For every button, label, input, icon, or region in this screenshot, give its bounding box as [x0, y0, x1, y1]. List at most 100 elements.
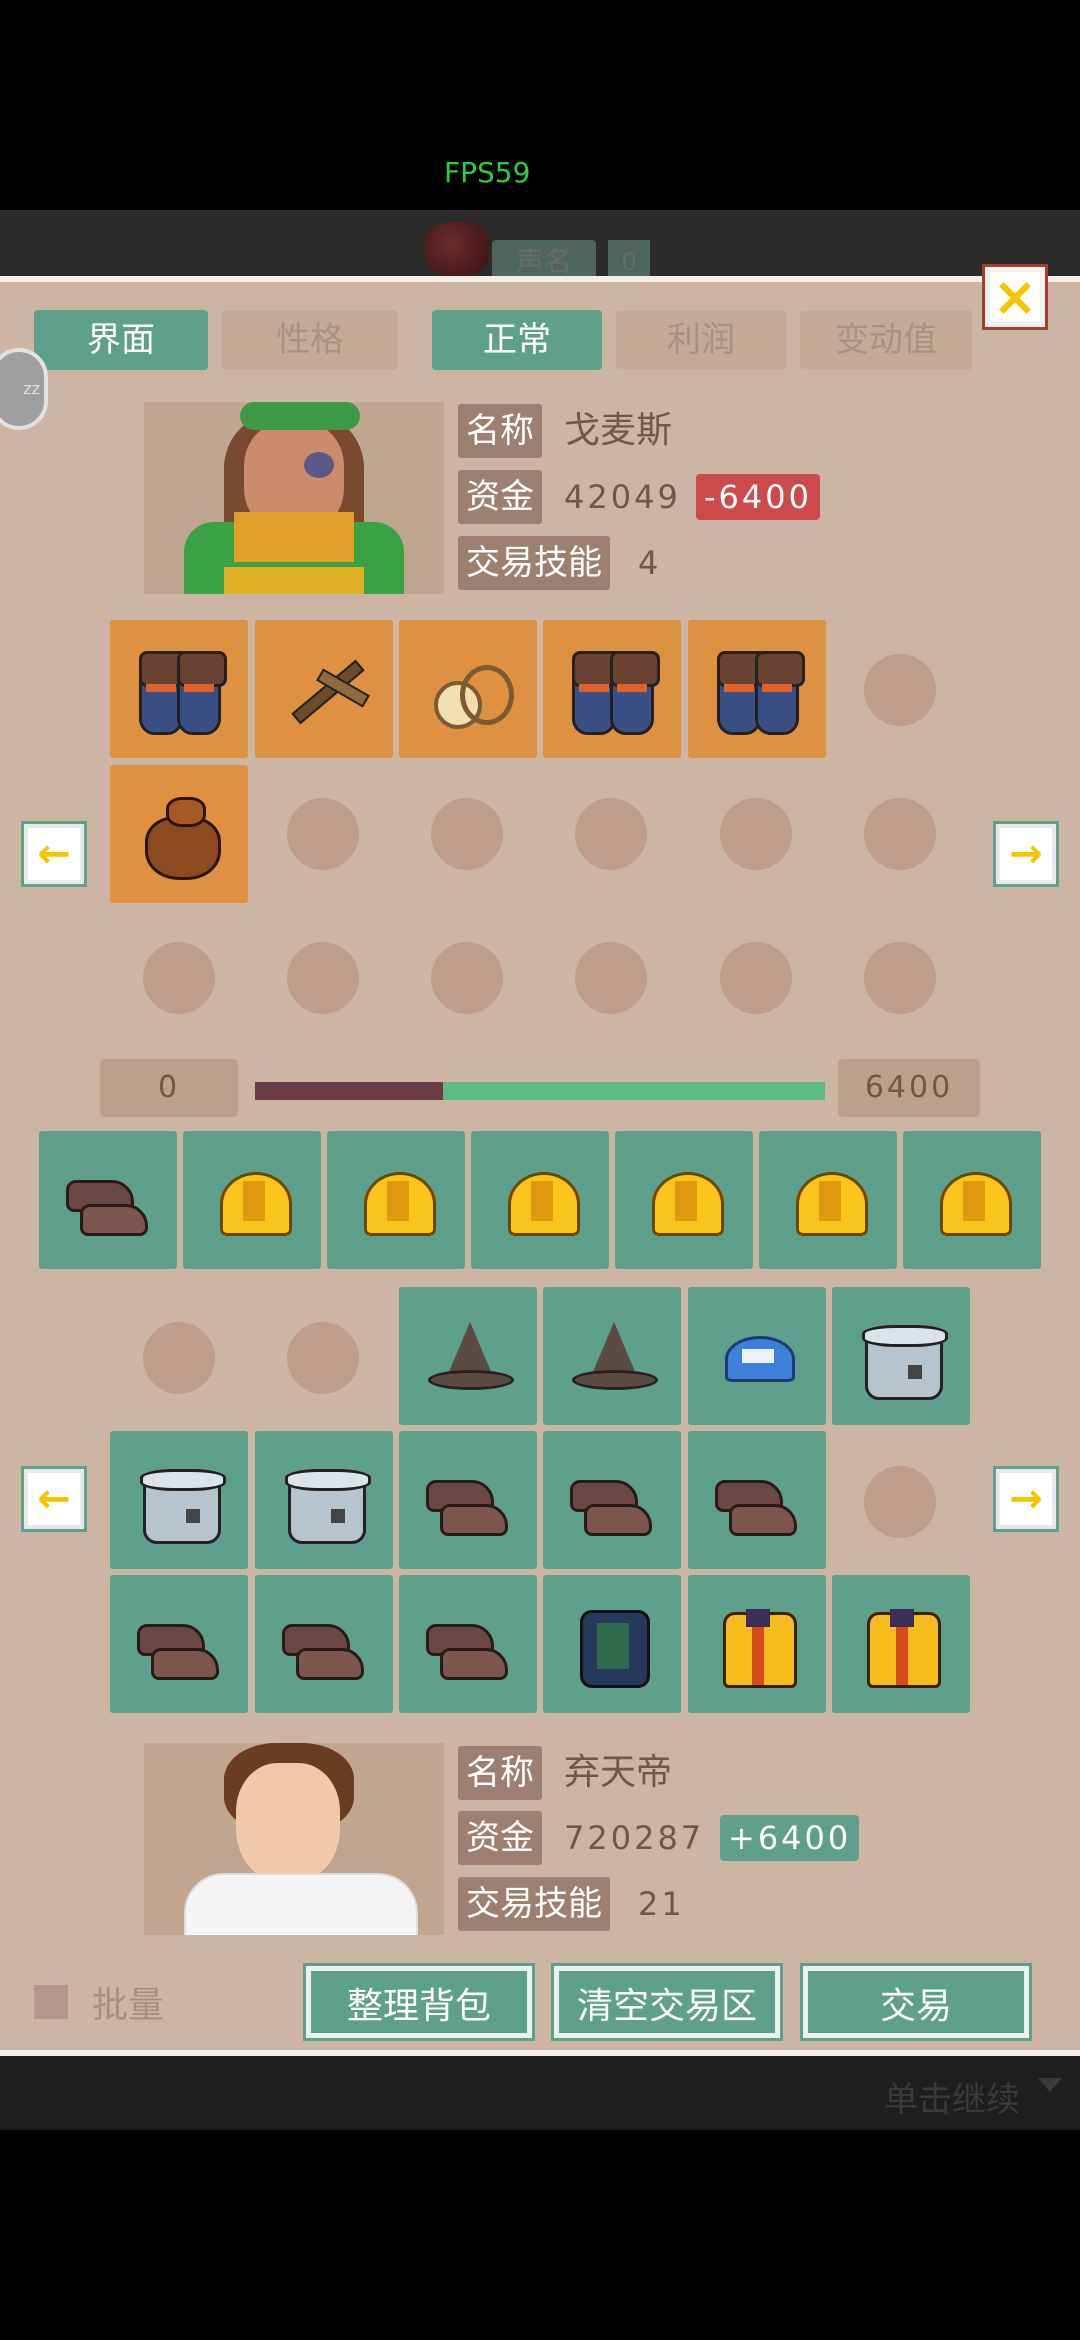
empty-slot[interactable]: [431, 942, 503, 1014]
shoes-icon: [60, 1152, 156, 1248]
rope-icon: [420, 641, 516, 737]
player-skill: 21: [638, 1885, 685, 1923]
player-slot[interactable]: [688, 1287, 826, 1425]
sort-inventory-button[interactable]: 整理背包: [303, 1963, 535, 2041]
trade-button[interactable]: 交易: [800, 1963, 1032, 2041]
empty-slot[interactable]: [431, 798, 503, 870]
player-funds-delta: +6400: [720, 1815, 860, 1861]
continue-triangle-icon: [1038, 2078, 1062, 2092]
player-slot[interactable]: [832, 1575, 970, 1713]
trade-slot[interactable]: [759, 1131, 897, 1269]
player-name-tag: 名称: [458, 1746, 542, 1800]
player-slot[interactable]: [543, 1287, 681, 1425]
player-slot[interactable]: [832, 1287, 970, 1425]
empty-slot[interactable]: [720, 798, 792, 870]
trade-slot[interactable]: [471, 1131, 609, 1269]
player-slot[interactable]: [688, 1575, 826, 1713]
empty-slot[interactable]: [575, 798, 647, 870]
merchant-next-page-button[interactable]: →: [993, 821, 1059, 887]
shoes-icon: [709, 1452, 805, 1548]
close-button[interactable]: ×: [982, 264, 1048, 330]
merchant-funds-delta: -6400: [696, 474, 820, 520]
player-prev-page-button[interactable]: ←: [21, 1466, 87, 1532]
pot-icon: [131, 1452, 227, 1548]
merchant-slot[interactable]: [255, 620, 393, 758]
reputation-icon: [425, 222, 489, 276]
pot-icon: [276, 1452, 372, 1548]
merchant-slot[interactable]: [110, 620, 248, 758]
trade-slot[interactable]: [39, 1131, 177, 1269]
merchant-slot[interactable]: [110, 765, 248, 903]
trade-slot[interactable]: [327, 1131, 465, 1269]
player-portrait: [144, 1743, 444, 1935]
player-slot[interactable]: [688, 1431, 826, 1569]
tab-personality[interactable]: 性格: [222, 310, 398, 370]
merchant-slot[interactable]: [399, 620, 537, 758]
player-slot[interactable]: [255, 1431, 393, 1569]
player-slot[interactable]: [543, 1431, 681, 1569]
close-icon: ×: [992, 265, 1038, 328]
player-slot[interactable]: [255, 1575, 393, 1713]
tab-interface[interactable]: 界面: [34, 310, 208, 370]
shoes-icon: [276, 1596, 372, 1692]
shoes-icon: [420, 1452, 516, 1548]
shoes-icon: [131, 1596, 227, 1692]
reputation-label: 声名: [492, 240, 596, 280]
sleep-bubble-icon[interactable]: zz: [0, 348, 48, 430]
wizard-hat-icon: [420, 1308, 516, 1404]
trade-slot[interactable]: [615, 1131, 753, 1269]
player-skill-tag: 交易技能: [458, 1877, 610, 1931]
gloves-icon: [131, 641, 227, 737]
armor-icon: [564, 1596, 660, 1692]
player-slot[interactable]: [543, 1575, 681, 1713]
empty-slot[interactable]: [287, 1322, 359, 1394]
arrow-left-icon: ←: [37, 831, 71, 877]
player-funds-tag: 资金: [458, 1811, 542, 1865]
empty-slot[interactable]: [575, 942, 647, 1014]
empty-slot[interactable]: [864, 798, 936, 870]
empty-slot[interactable]: [864, 654, 936, 726]
tab-profit[interactable]: 利润: [616, 310, 786, 370]
player-slot[interactable]: [399, 1575, 537, 1713]
helmet-icon: [348, 1152, 444, 1248]
tab-change-value[interactable]: 变动值: [800, 310, 972, 370]
empty-slot[interactable]: [287, 942, 359, 1014]
clear-trade-area-button[interactable]: 清空交易区: [551, 1963, 783, 2041]
arrow-left-icon: ←: [37, 1476, 71, 1522]
merchant-prev-page-button[interactable]: ←: [21, 821, 87, 887]
pickaxe-icon: [276, 641, 372, 737]
player-slot[interactable]: [399, 1431, 537, 1569]
player-slot[interactable]: [110, 1575, 248, 1713]
empty-slot[interactable]: [287, 798, 359, 870]
trade-player-value: 6400: [838, 1059, 980, 1117]
helmet-icon: [492, 1152, 588, 1248]
player-name: 弃天帝: [564, 1752, 673, 1793]
arrow-right-icon: →: [1009, 831, 1043, 877]
arrow-right-icon: →: [1009, 1476, 1043, 1522]
trade-slot[interactable]: [183, 1131, 321, 1269]
empty-slot[interactable]: [864, 942, 936, 1014]
merchant-name: 戈麦斯: [564, 410, 673, 451]
player-slot[interactable]: [110, 1431, 248, 1569]
helmet-icon: [204, 1152, 300, 1248]
batch-checkbox[interactable]: [34, 1985, 68, 2019]
empty-slot[interactable]: [864, 1466, 936, 1538]
merchant-slot[interactable]: [543, 620, 681, 758]
reputation-count: 0: [608, 240, 650, 280]
trade-slot[interactable]: [903, 1131, 1041, 1269]
empty-slot[interactable]: [143, 942, 215, 1014]
player-next-page-button[interactable]: →: [993, 1466, 1059, 1532]
cap-icon: [709, 1308, 805, 1404]
helmet-icon: [636, 1152, 732, 1248]
merchant-funds: 42049: [564, 478, 681, 516]
top-status-bar: 声名 0: [0, 210, 1080, 280]
merchant-name-tag: 名称: [458, 404, 542, 458]
player-slot[interactable]: [399, 1287, 537, 1425]
tab-normal[interactable]: 正常: [432, 310, 602, 370]
gloves-icon: [709, 641, 805, 737]
empty-slot[interactable]: [143, 1322, 215, 1394]
empty-slot[interactable]: [720, 942, 792, 1014]
merchant-slot[interactable]: [688, 620, 826, 758]
player-funds: 720287: [564, 1819, 705, 1857]
tap-to-continue[interactable]: 单击继续: [884, 2072, 1020, 2121]
